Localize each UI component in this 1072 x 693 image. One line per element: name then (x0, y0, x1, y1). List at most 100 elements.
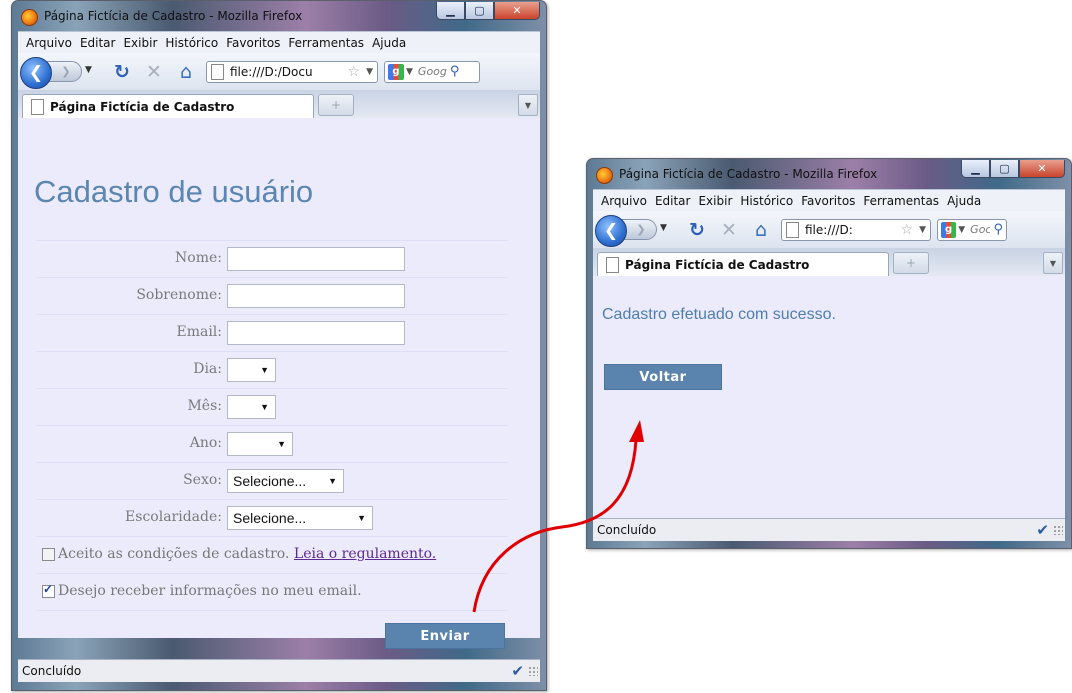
menu-historico[interactable]: Histórico (165, 36, 218, 50)
reload-icon[interactable]: ↻ (685, 219, 709, 241)
minimize-button[interactable]: ▁ (961, 160, 990, 178)
firefox-icon (21, 9, 38, 26)
google-icon[interactable]: g (388, 63, 404, 80)
history-dropdown-icon[interactable]: ▼ (660, 223, 667, 233)
sexo-select-value: Selecione... (233, 473, 307, 489)
back-button[interactable]: ❮ (20, 56, 52, 89)
menu-editar[interactable]: Editar (655, 194, 691, 208)
new-tab-button[interactable]: + (893, 252, 929, 274)
form-row-dia: Dia: ▼ (36, 351, 508, 389)
chevron-down-icon: ▼ (260, 365, 269, 375)
dia-label: Dia: (193, 361, 222, 377)
search-box[interactable]: g ▼ Goc ⚲ (937, 218, 1007, 241)
addon-status-icon[interactable]: ✔ (1036, 521, 1049, 539)
regulation-link[interactable]: Leia o regulamento. (294, 546, 436, 562)
chevron-down-icon: ▼ (357, 513, 366, 523)
resize-grip-icon[interactable] (528, 666, 538, 676)
menu-favoritos[interactable]: Favoritos (801, 194, 855, 208)
tab-bar: Página Fictícia de Cadastro + ▼ (593, 248, 1065, 277)
menu-ajuda[interactable]: Ajuda (372, 36, 406, 50)
title-bar[interactable]: Página Fictícia de Cadastro - Mozilla Fi… (587, 159, 1071, 189)
address-bar[interactable]: file:///D:/Docu ☆ ▼ (206, 60, 378, 83)
browser-window-success: Página Fictícia de Cadastro - Mozilla Fi… (586, 158, 1072, 549)
terms-label: Aceito as condições de cadastro. (58, 546, 290, 562)
tab-list-button[interactable]: ▼ (518, 94, 538, 116)
menu-editar[interactable]: Editar (80, 36, 116, 50)
browser-window-form: Página Fictícia de Cadastro - Mozilla Fi… (11, 0, 547, 691)
status-text: Concluído (22, 664, 82, 678)
terms-checkbox[interactable] (42, 548, 55, 561)
form-row-escolaridade: Escolaridade: Selecione... ▼ (36, 499, 508, 537)
escolaridade-select-value: Selecione... (233, 510, 307, 526)
close-button[interactable]: ✕ (494, 2, 540, 20)
dia-select[interactable]: ▼ (227, 358, 276, 382)
email-input[interactable] (227, 321, 405, 345)
nome-input[interactable] (227, 247, 405, 271)
menu-ferramentas[interactable]: Ferramentas (288, 36, 364, 50)
page-icon (786, 221, 799, 238)
form-row-nome: Nome: (36, 240, 508, 278)
back-link-button[interactable]: Voltar (604, 364, 722, 390)
home-icon[interactable]: ⌂ (174, 61, 198, 83)
chevron-down-icon: ▼ (260, 402, 269, 412)
menu-favoritos[interactable]: Favoritos (226, 36, 280, 50)
menu-exibir[interactable]: Exibir (698, 194, 732, 208)
history-dropdown-icon[interactable]: ▼ (85, 65, 92, 75)
close-button[interactable]: ✕ (1019, 160, 1065, 178)
back-button[interactable]: ❮ (595, 214, 627, 247)
menu-arquivo[interactable]: Arquivo (601, 194, 647, 208)
tab-active[interactable]: Página Fictícia de Cadastro (22, 94, 314, 118)
menu-ajuda[interactable]: Ajuda (947, 194, 981, 208)
menu-ferramentas[interactable]: Ferramentas (863, 194, 939, 208)
maximize-button[interactable]: ▢ (465, 2, 494, 20)
sexo-select[interactable]: Selecione... ▼ (227, 469, 344, 493)
maximize-button[interactable]: ▢ (990, 160, 1019, 178)
menu-bar: Arquivo Editar Exibir Histórico Favorito… (593, 189, 1065, 212)
sobrenome-input[interactable] (227, 284, 405, 308)
search-engine-dropdown-icon[interactable]: ▼ (406, 67, 413, 77)
stop-icon[interactable]: ✕ (142, 61, 166, 83)
search-placeholder: Goc (970, 223, 991, 236)
menu-historico[interactable]: Histórico (740, 194, 793, 208)
form-row-mes: Mês: ▼ (36, 388, 508, 426)
minimize-button[interactable]: ▁ (436, 2, 465, 20)
search-engine-dropdown-icon[interactable]: ▼ (958, 225, 965, 235)
success-message: Cadastro efetuado com sucesso. (602, 306, 836, 323)
form-row-newsletter: Desejo receber informações no meu email. (36, 573, 508, 611)
search-icon[interactable]: ⚲ (450, 64, 460, 79)
menu-exibir[interactable]: Exibir (123, 36, 157, 50)
ano-select[interactable]: ▼ (227, 432, 293, 456)
new-tab-button[interactable]: + (318, 94, 354, 116)
url-dropdown-icon[interactable]: ▼ (919, 225, 926, 235)
page-icon (211, 63, 224, 80)
form-row-sobrenome: Sobrenome: (36, 277, 508, 315)
search-icon[interactable]: ⚲ (993, 222, 1003, 237)
newsletter-checkbox[interactable] (42, 582, 55, 598)
escolaridade-select[interactable]: Selecione... ▼ (227, 506, 373, 530)
resize-grip-icon[interactable] (1053, 525, 1063, 535)
mes-select[interactable]: ▼ (227, 395, 276, 419)
home-icon[interactable]: ⌂ (749, 219, 773, 241)
status-bar: Concluído ✔ (18, 659, 540, 682)
addon-status-icon[interactable]: ✔ (511, 662, 524, 680)
stop-icon[interactable]: ✕ (717, 219, 741, 241)
tab-page-icon (606, 256, 619, 273)
menu-arquivo[interactable]: Arquivo (26, 36, 72, 50)
tab-list-button[interactable]: ▼ (1043, 252, 1063, 274)
reload-icon[interactable]: ↻ (110, 61, 134, 83)
title-bar[interactable]: Página Fictícia de Cadastro - Mozilla Fi… (12, 1, 546, 31)
search-box[interactable]: g ▼ Goog ⚲ (384, 60, 480, 83)
bookmark-star-icon[interactable]: ☆ (348, 64, 361, 80)
tab-active[interactable]: Página Fictícia de Cadastro (597, 252, 889, 276)
google-icon[interactable]: g (941, 221, 957, 238)
url-dropdown-icon[interactable]: ▼ (366, 67, 373, 77)
address-bar[interactable]: file:///D: ☆ ▼ (781, 218, 931, 241)
submit-button[interactable]: Enviar (385, 623, 505, 649)
email-label: Email: (176, 324, 222, 340)
status-bar: Concluído ✔ (593, 518, 1065, 541)
navigation-toolbar: ❮ ❯ ▼ ↻ ✕ ⌂ file:///D: ☆ ▼ g ▼ Goc ⚲ (593, 211, 1065, 248)
bookmark-star-icon[interactable]: ☆ (901, 222, 914, 238)
chevron-down-icon: ▼ (277, 439, 286, 449)
tab-label: Página Fictícia de Cadastro (625, 257, 810, 272)
url-text: file:///D:/Docu (230, 64, 313, 79)
